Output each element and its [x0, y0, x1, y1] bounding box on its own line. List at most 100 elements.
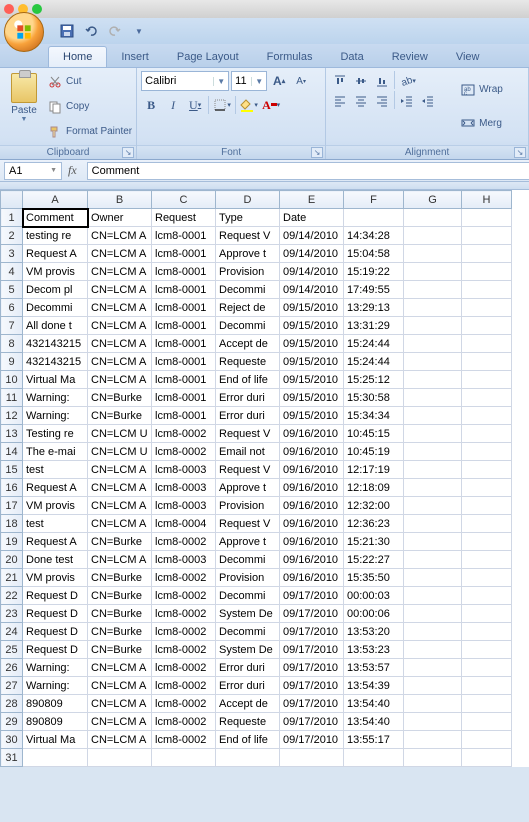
cell[interactable]: Error duri: [216, 659, 280, 677]
select-all-corner[interactable]: [1, 191, 23, 209]
save-icon[interactable]: [58, 22, 76, 40]
cell[interactable]: [462, 497, 512, 515]
cell[interactable]: 09/17/2010: [280, 713, 344, 731]
tab-page-layout[interactable]: Page Layout: [163, 47, 253, 67]
cell[interactable]: lcm8-0002: [152, 695, 216, 713]
cell[interactable]: [462, 425, 512, 443]
cell[interactable]: 09/15/2010: [280, 389, 344, 407]
cell[interactable]: lcm8-0002: [152, 569, 216, 587]
cell[interactable]: 09/16/2010: [280, 551, 344, 569]
cell[interactable]: Testing re: [23, 425, 88, 443]
tab-view[interactable]: View: [442, 47, 494, 67]
tab-home[interactable]: Home: [48, 46, 107, 67]
cell[interactable]: 15:35:50: [344, 569, 404, 587]
cell[interactable]: lcm8-0002: [152, 425, 216, 443]
cell[interactable]: [404, 623, 462, 641]
cell[interactable]: [462, 623, 512, 641]
row-header[interactable]: 18: [1, 515, 23, 533]
cell[interactable]: CN=LCM A: [88, 281, 152, 299]
row-header[interactable]: 13: [1, 425, 23, 443]
cell[interactable]: lcm8-0003: [152, 497, 216, 515]
row-header[interactable]: 27: [1, 677, 23, 695]
cell[interactable]: lcm8-0003: [152, 479, 216, 497]
cell[interactable]: [216, 749, 280, 767]
underline-button[interactable]: U▾: [185, 95, 205, 115]
cell[interactable]: 12:32:00: [344, 497, 404, 515]
cell[interactable]: 890809: [23, 713, 88, 731]
cell[interactable]: Decommi: [216, 587, 280, 605]
orientation-button[interactable]: ab▾: [397, 71, 417, 91]
merge-button[interactable]: Merg: [461, 113, 515, 133]
cell[interactable]: Reject de: [216, 299, 280, 317]
cell[interactable]: 09/14/2010: [280, 263, 344, 281]
cell[interactable]: CN=Burke: [88, 407, 152, 425]
column-header-G[interactable]: G: [404, 191, 462, 209]
column-header-E[interactable]: E: [280, 191, 344, 209]
cell[interactable]: [404, 497, 462, 515]
cell[interactable]: CN=LCM A: [88, 461, 152, 479]
cell[interactable]: CN=LCM A: [88, 227, 152, 245]
cell[interactable]: CN=Burke: [88, 569, 152, 587]
cell[interactable]: [462, 605, 512, 623]
cell[interactable]: Accept de: [216, 335, 280, 353]
cell[interactable]: [462, 317, 512, 335]
cell[interactable]: [404, 533, 462, 551]
cell[interactable]: 09/16/2010: [280, 497, 344, 515]
cell[interactable]: CN=LCM A: [88, 335, 152, 353]
row-header[interactable]: 31: [1, 749, 23, 767]
cell[interactable]: [404, 659, 462, 677]
cell[interactable]: [404, 605, 462, 623]
cell[interactable]: 09/17/2010: [280, 677, 344, 695]
dialog-launcher-icon[interactable]: ↘: [514, 147, 526, 158]
cell[interactable]: [404, 515, 462, 533]
cell[interactable]: [404, 713, 462, 731]
cell[interactable]: End of life: [216, 371, 280, 389]
qat-customize-icon[interactable]: ▼: [130, 22, 148, 40]
align-bottom-button[interactable]: [372, 71, 392, 91]
cell[interactable]: CN=LCM A: [88, 245, 152, 263]
name-box[interactable]: A1 ▼: [4, 162, 62, 180]
cell[interactable]: lcm8-0001: [152, 263, 216, 281]
cell[interactable]: [404, 407, 462, 425]
cell[interactable]: 12:17:19: [344, 461, 404, 479]
cell[interactable]: lcm8-0001: [152, 299, 216, 317]
cell[interactable]: 09/16/2010: [280, 569, 344, 587]
cell[interactable]: [462, 713, 512, 731]
cell[interactable]: [462, 335, 512, 353]
row-header[interactable]: 15: [1, 461, 23, 479]
cell[interactable]: lcm8-0002: [152, 731, 216, 749]
cell[interactable]: Request D: [23, 587, 88, 605]
cell[interactable]: [404, 677, 462, 695]
row-header[interactable]: 7: [1, 317, 23, 335]
redo-icon[interactable]: [106, 22, 124, 40]
cell[interactable]: 09/14/2010: [280, 245, 344, 263]
cell[interactable]: [462, 407, 512, 425]
cell[interactable]: lcm8-0001: [152, 407, 216, 425]
cell[interactable]: 15:34:34: [344, 407, 404, 425]
formula-input[interactable]: Comment: [87, 162, 529, 180]
formula-bar-handle[interactable]: [0, 182, 529, 190]
cell[interactable]: Email not: [216, 443, 280, 461]
cell[interactable]: 432143215: [23, 335, 88, 353]
cell[interactable]: 09/15/2010: [280, 317, 344, 335]
cell[interactable]: lcm8-0002: [152, 443, 216, 461]
cell[interactable]: 09/16/2010: [280, 461, 344, 479]
row-header[interactable]: 4: [1, 263, 23, 281]
zoom-icon[interactable]: [32, 4, 42, 14]
cell[interactable]: 14:34:28: [344, 227, 404, 245]
cell[interactable]: System De: [216, 641, 280, 659]
grow-font-button[interactable]: A▴: [269, 71, 289, 91]
cell[interactable]: [404, 317, 462, 335]
spreadsheet-grid[interactable]: ABCDEFGH 1CommentOwnerRequestTypeDate2te…: [0, 190, 529, 767]
cell[interactable]: Warning:: [23, 659, 88, 677]
cell[interactable]: 15:21:30: [344, 533, 404, 551]
row-header[interactable]: 21: [1, 569, 23, 587]
cell[interactable]: [462, 443, 512, 461]
cell[interactable]: Request A: [23, 479, 88, 497]
fill-color-button[interactable]: ▾: [239, 95, 259, 115]
row-header[interactable]: 6: [1, 299, 23, 317]
cell[interactable]: 00:00:06: [344, 605, 404, 623]
cell[interactable]: [404, 227, 462, 245]
row-header[interactable]: 14: [1, 443, 23, 461]
cell[interactable]: System De: [216, 605, 280, 623]
